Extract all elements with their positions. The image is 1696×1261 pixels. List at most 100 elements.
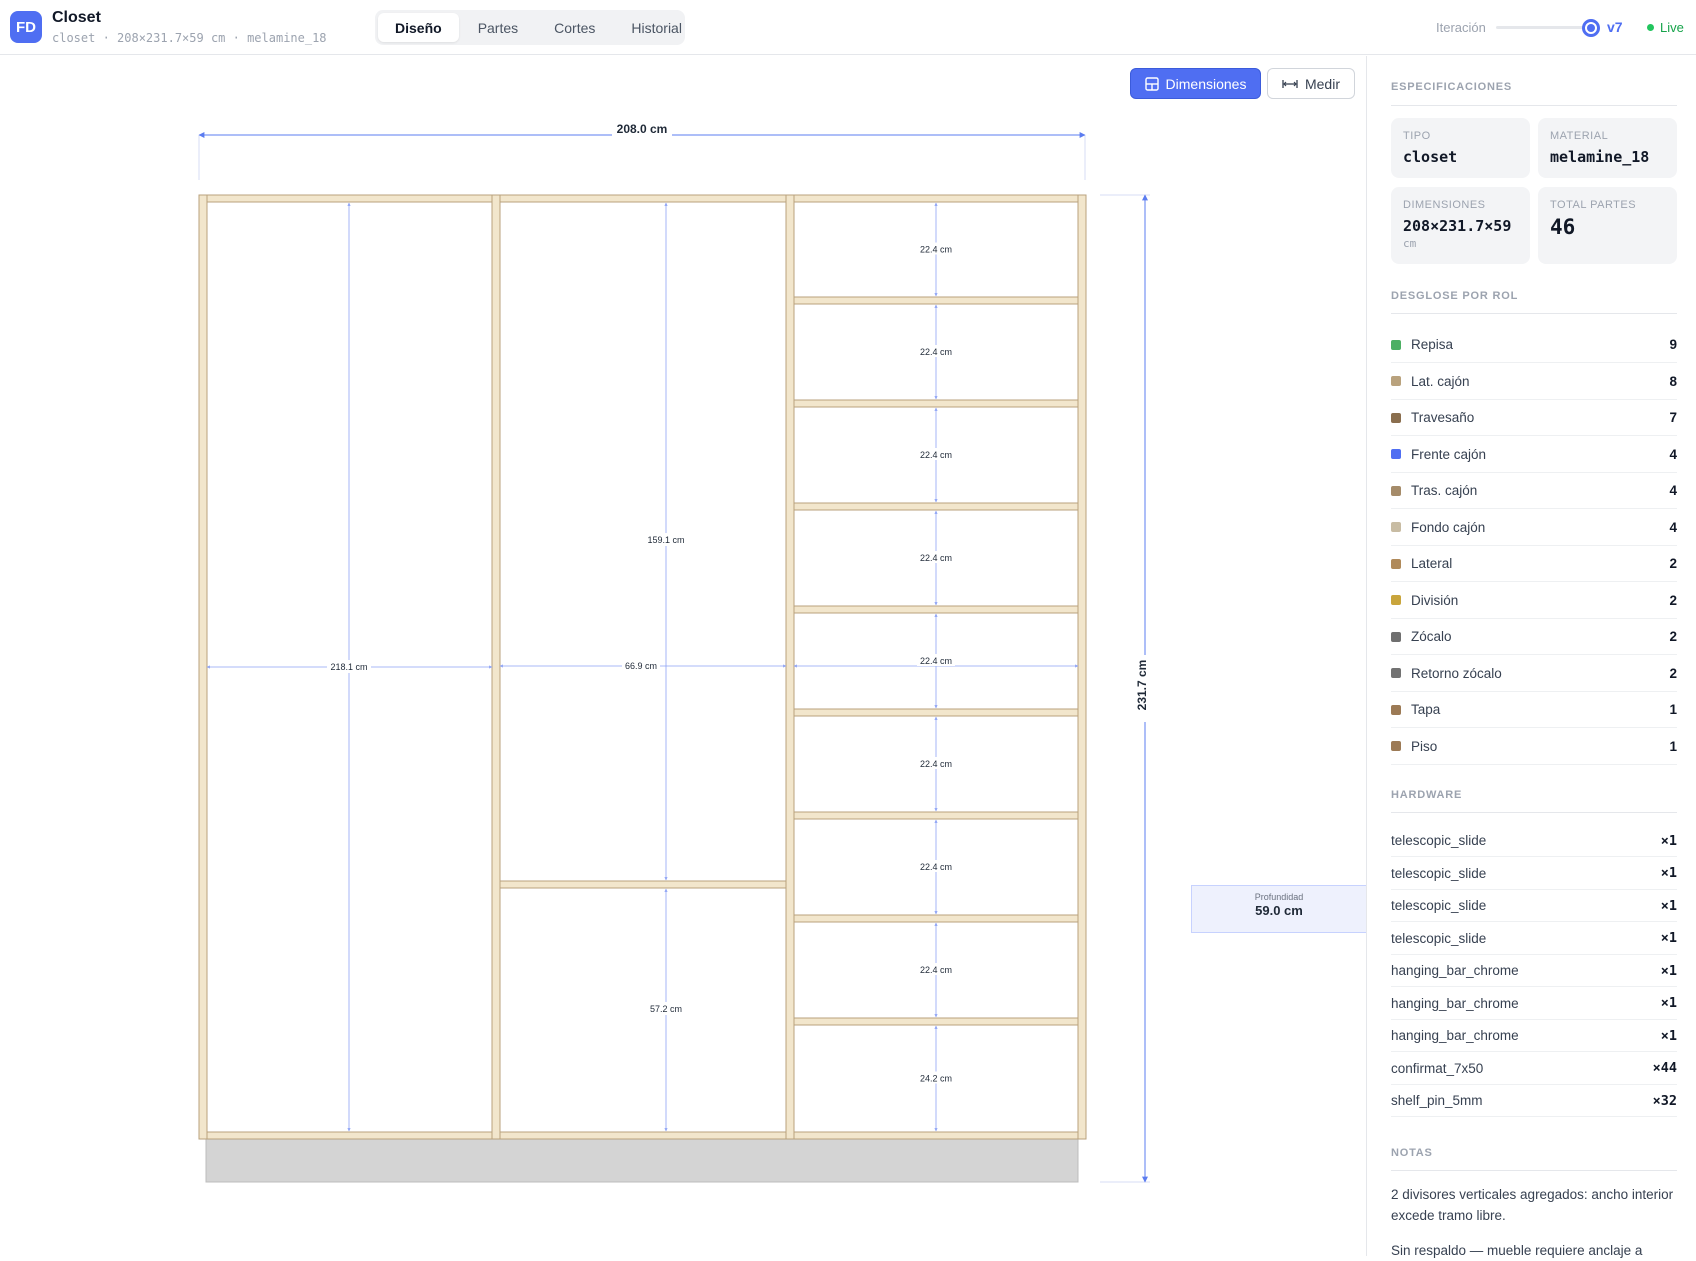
note-item: 2 divisores verticales agregados: ancho … — [1391, 1187, 1674, 1223]
spec-material-label: MATERIAL — [1550, 130, 1609, 142]
tab-partes[interactable]: Partes — [461, 13, 535, 42]
spec-type-value: closet — [1403, 148, 1458, 166]
role-name: Fondo cajón — [1411, 519, 1486, 535]
specs-section-title: ESPECIFICACIONES — [1391, 81, 1512, 93]
divider-1 — [491, 194, 501, 1140]
tab-diseno[interactable]: Diseño — [378, 13, 459, 42]
hardware-qty: ×1 — [1660, 897, 1677, 914]
role-name: Piso — [1411, 738, 1438, 754]
spec-dimensions-label: DIMENSIONES — [1403, 199, 1486, 211]
middle-width-label: 66.9 cm — [625, 661, 657, 671]
left-bay-height-label: 218.1 cm — [330, 662, 367, 672]
drawing-canvas[interactable]: 208.0 cm 231.7 cm 218.1 cm 66.9 cm 159.1… — [0, 56, 1367, 1256]
hardware-qty: ×1 — [1660, 995, 1677, 1011]
iteration-slider-thumb[interactable] — [1582, 19, 1600, 37]
bottom-panel — [206, 1131, 1079, 1140]
divider — [1391, 1170, 1677, 1171]
ruler-icon — [1282, 79, 1298, 88]
gap-dimension-label: 22.4 cm — [920, 862, 952, 872]
hardware-row: telescopic_slide ×1 — [1391, 923, 1677, 955]
role-row: Repisa 9 — [1391, 327, 1677, 363]
role-count: 9 — [1669, 337, 1677, 352]
right-shelf — [793, 914, 1079, 923]
role-row: Lat. cajón 8 — [1391, 364, 1677, 400]
spec-dimensions-card: DIMENSIONES 208×231.7×59 cm — [1391, 187, 1530, 264]
depth-readout: Profundidad 59.0 cm — [1191, 885, 1367, 933]
live-status: Live — [1647, 20, 1684, 35]
right-shelf — [793, 708, 1079, 717]
right-shelf — [793, 811, 1079, 820]
view-tabs: Diseño Partes Cortes Historial — [375, 10, 685, 45]
overall-width-dimension: 208.0 cm — [198, 122, 1086, 180]
hardware-name: shelf_pin_5mm — [1391, 1093, 1483, 1108]
role-count: 7 — [1669, 410, 1677, 425]
divider — [1391, 313, 1677, 314]
hardware-row: telescopic_slide ×1 — [1391, 858, 1677, 890]
role-swatch-icon — [1391, 522, 1401, 532]
gap-dimension-label: 24.2 cm — [920, 1074, 952, 1084]
closet-elevation-drawing: 208.0 cm 231.7 cm 218.1 cm 66.9 cm 159.1… — [198, 122, 1150, 1183]
notes-section-title: NOTAS — [1391, 1147, 1433, 1159]
live-label: Live — [1660, 20, 1684, 35]
role-count: 8 — [1669, 373, 1677, 389]
gap-dimension-label: 22.4 cm — [920, 553, 952, 563]
spec-dimensions-value: 208×231.7×59 — [1403, 217, 1512, 235]
gap-dimension-label: 22.4 cm — [920, 347, 952, 357]
gap-dimension-label: 22.4 cm — [920, 245, 952, 255]
role-count: 1 — [1669, 738, 1677, 754]
role-row: Tras. cajón 4 — [1391, 473, 1677, 509]
role-count: 2 — [1669, 592, 1677, 608]
depth-label: Profundidad — [1254, 892, 1304, 902]
hardware-qty: ×1 — [1660, 832, 1677, 849]
top-panel — [206, 194, 1079, 203]
hardware-qty: ×1 — [1660, 930, 1677, 946]
right-shelf — [793, 1017, 1079, 1026]
side-panel-left — [198, 194, 208, 1140]
live-dot-icon — [1647, 24, 1654, 31]
role-swatch-icon — [1391, 741, 1401, 751]
role-count: 2 — [1669, 556, 1677, 571]
tab-cortes[interactable]: Cortes — [537, 13, 612, 42]
role-swatch-icon — [1391, 704, 1401, 715]
hardware-name: telescopic_slide — [1391, 865, 1487, 881]
role-name: Tras. cajón — [1411, 483, 1478, 498]
role-swatch-icon — [1391, 631, 1401, 642]
grid-icon — [1144, 76, 1159, 91]
role-swatch-icon — [1391, 339, 1401, 350]
middle-shelf — [499, 880, 787, 889]
hardware-row: shelf_pin_5mm ×32 — [1391, 1085, 1677, 1117]
dimensions-button-label: Dimensiones — [1165, 75, 1247, 92]
hardware-qty: ×1 — [1660, 962, 1677, 979]
hardware-row: confirmat_7x50 ×44 — [1391, 1053, 1677, 1085]
right-shelf — [793, 605, 1079, 614]
role-row: Piso 1 — [1391, 729, 1677, 765]
role-count: 4 — [1669, 519, 1677, 535]
project-subtitle: closet · 208×231.7×59 cm · melamine_18 — [52, 31, 327, 45]
roles-section-title: DESGLOSE POR ROL — [1391, 290, 1519, 302]
tab-historial[interactable]: Historial — [614, 13, 699, 42]
role-name: Retorno zócalo — [1411, 665, 1502, 681]
gap-dimension-label: 22.4 cm — [920, 759, 952, 769]
spec-parts-value: 46 — [1550, 215, 1576, 239]
role-swatch-icon — [1391, 412, 1401, 423]
role-name: Travesaño — [1411, 410, 1475, 425]
role-row: Lateral 2 — [1391, 546, 1677, 582]
role-count: 1 — [1669, 702, 1677, 717]
middle-lower-height-label: 57.2 cm — [650, 1004, 682, 1014]
hardware-qty: ×32 — [1652, 1092, 1677, 1109]
role-swatch-icon — [1391, 376, 1401, 386]
app-logo[interactable]: FD — [10, 11, 42, 43]
role-count: 2 — [1669, 629, 1677, 644]
gap-dimension-label: 22.4 cm — [920, 965, 952, 975]
dimensions-toggle-button[interactable]: Dimensiones — [1130, 68, 1261, 99]
hardware-qty: ×1 — [1660, 1027, 1677, 1044]
iteration-slider-track[interactable] — [1496, 26, 1592, 29]
role-row: Frente cajón 4 — [1391, 437, 1677, 473]
role-name: Frente cajón — [1411, 446, 1487, 462]
overall-height-label: 231.7 cm — [1135, 660, 1149, 711]
measure-button-label: Medir — [1304, 75, 1340, 92]
iteration-version: v7 — [1607, 19, 1623, 35]
measure-button[interactable]: Medir — [1267, 68, 1355, 99]
hardware-name: hanging_bar_chrome — [1391, 995, 1519, 1011]
right-shelf — [793, 502, 1079, 511]
